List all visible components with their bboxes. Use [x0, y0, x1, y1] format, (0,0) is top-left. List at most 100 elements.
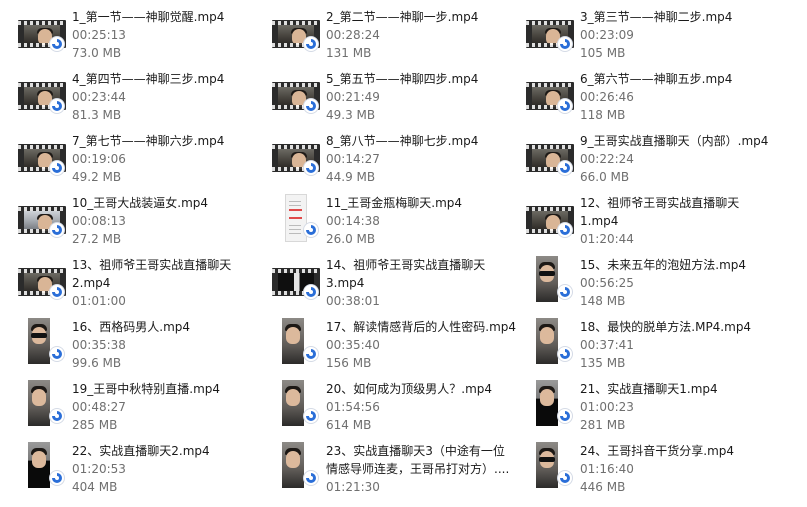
- file-duration: 01:00:23: [580, 400, 634, 414]
- video-thumbnail: [18, 70, 68, 120]
- file-size: 49.3 MB: [326, 108, 376, 122]
- file-duration: 00:23:44: [72, 90, 126, 104]
- play-badge-icon: [558, 99, 572, 113]
- file-size: 105 MB: [580, 46, 626, 60]
- play-badge-icon: [50, 285, 64, 299]
- player-logo-icon: [306, 39, 316, 49]
- file-name: 16、西格码男人.mp4: [72, 320, 191, 334]
- file-item[interactable]: 6_第六节——神聊五步.mp4 00:26:46 118 MB: [526, 70, 776, 130]
- file-name: 20、如何成为顶级男人？.mp4: [326, 382, 493, 396]
- file-item[interactable]: 21、实战直播聊天1.mp4 01:00:23 281 MB: [526, 380, 776, 440]
- video-thumbnail: [272, 380, 322, 430]
- text-line: [289, 225, 301, 226]
- file-name: 15、未来五年的泡妞方法.mp4: [580, 258, 747, 272]
- file-name: 9_王哥实战直播聊天（内部）.mp4: [580, 134, 769, 148]
- file-item[interactable]: 13、祖师爷王哥实战直播聊天2.mp4 01:01:00: [18, 256, 268, 316]
- play-badge-icon: [50, 99, 64, 113]
- portrait-thumbnail: [28, 380, 50, 426]
- file-duration: 00:56:25: [580, 276, 634, 290]
- file-item[interactable]: 15、未来五年的泡妞方法.mp4 00:56:25 148 MB: [526, 256, 776, 316]
- file-size: 66.0 MB: [580, 170, 630, 184]
- sunglasses: [539, 271, 555, 276]
- file-meta: 12、祖师爷王哥实战直播聊天1.mp4 01:20:44: [580, 194, 776, 248]
- file-size: 26.0 MB: [326, 232, 376, 246]
- play-badge-icon: [304, 471, 318, 485]
- file-size: 135 MB: [580, 356, 626, 370]
- file-item[interactable]: 2_第二节——神聊一步.mp4 00:28:24 131 MB: [272, 8, 522, 68]
- file-duration: 00:37:41: [580, 338, 634, 352]
- file-duration: 01:20:53: [72, 462, 126, 476]
- play-badge-icon: [304, 37, 318, 51]
- file-meta: 11_王哥金瓶梅聊天.mp4 00:14:38 26.0 MB: [326, 194, 522, 248]
- file-item[interactable]: 7_第七节——神聊六步.mp4 00:19:06 49.2 MB: [18, 132, 268, 192]
- player-logo-icon: [560, 101, 570, 111]
- file-duration: 01:54:56: [326, 400, 380, 414]
- file-item[interactable]: 19_王哥中秋特别直播.mp4 00:48:27 285 MB: [18, 380, 268, 440]
- file-meta: 22、实战直播聊天2.mp4 01:20:53 404 MB: [72, 442, 268, 496]
- person-face: [286, 451, 300, 468]
- file-item[interactable]: 16、西格码男人.mp4 00:35:38 99.6 MB: [18, 318, 268, 378]
- video-thumbnail: [272, 442, 322, 492]
- sunglasses: [539, 457, 555, 462]
- file-item[interactable]: 14、祖师爷王哥实战直播聊天3.mp4 00:38:01: [272, 256, 522, 316]
- file-name: 24、王哥抖音干货分享.mp4: [580, 444, 735, 458]
- file-item[interactable]: 10_王哥大战装逼女.mp4 00:08:13 27.2 MB: [18, 194, 268, 254]
- file-duration: 00:35:38: [72, 338, 126, 352]
- file-meta: 10_王哥大战装逼女.mp4 00:08:13 27.2 MB: [72, 194, 268, 248]
- file-item[interactable]: 9_王哥实战直播聊天（内部）.mp4 00:22:24 66.0 MB: [526, 132, 776, 192]
- video-thumbnail: [526, 132, 576, 182]
- video-thumbnail: [18, 318, 68, 368]
- play-badge-icon: [558, 37, 572, 51]
- file-meta: 21、实战直播聊天1.mp4 01:00:23 281 MB: [580, 380, 776, 434]
- file-item[interactable]: 20、如何成为顶级男人？.mp4 01:54:56 614 MB: [272, 380, 522, 440]
- file-name: 3_第三节——神聊二步.mp4: [580, 10, 733, 24]
- file-item[interactable]: 4_第四节——神聊三步.mp4 00:23:44 81.3 MB: [18, 70, 268, 130]
- file-item[interactable]: 22、实战直播聊天2.mp4 01:20:53 404 MB: [18, 442, 268, 502]
- video-thumbnail: [272, 194, 322, 244]
- file-item[interactable]: 23、实战直播聊天3（中途有一位情感导师连麦，王哥吊打对方）.... 01:21:…: [272, 442, 522, 502]
- file-item[interactable]: 5_第五节——神聊四步.mp4 00:21:49 49.3 MB: [272, 70, 522, 130]
- file-meta: 9_王哥实战直播聊天（内部）.mp4 00:22:24 66.0 MB: [580, 132, 776, 186]
- text-line: [289, 201, 301, 202]
- file-meta: 15、未来五年的泡妞方法.mp4 00:56:25 148 MB: [580, 256, 776, 310]
- file-item[interactable]: 11_王哥金瓶梅聊天.mp4 00:14:38 26.0 MB: [272, 194, 522, 254]
- portrait-thumbnail: [536, 256, 558, 302]
- file-name: 23、实战直播聊天3（中途有一位情感导师连麦，王哥吊打对方）....: [326, 444, 510, 476]
- file-item[interactable]: 12、祖师爷王哥实战直播聊天1.mp4 01:20:44: [526, 194, 776, 254]
- file-size: 44.9 MB: [326, 170, 376, 184]
- player-logo-icon: [52, 101, 62, 111]
- file-item[interactable]: 24、王哥抖音干货分享.mp4 01:16:40 446 MB: [526, 442, 776, 502]
- play-badge-icon: [558, 161, 572, 175]
- play-badge-icon: [558, 223, 572, 237]
- video-thumbnail: [18, 442, 68, 492]
- player-logo-icon: [560, 349, 570, 359]
- file-name: 7_第七节——神聊六步.mp4: [72, 134, 225, 148]
- file-meta: 3_第三节——神聊二步.mp4 00:23:09 105 MB: [580, 8, 776, 62]
- play-badge-icon: [558, 285, 572, 299]
- file-size: 73.0 MB: [72, 46, 122, 60]
- file-item[interactable]: 17、解读情感背后的人性密码.mp4 00:35:40 156 MB: [272, 318, 522, 378]
- text-line: [289, 233, 301, 234]
- file-item[interactable]: 18、最快的脱单方法.MP4.mp4 00:37:41 135 MB: [526, 318, 776, 378]
- video-thumbnail: [18, 194, 68, 244]
- video-thumbnail: [526, 70, 576, 120]
- play-badge-icon: [304, 161, 318, 175]
- file-meta: 20、如何成为顶级男人？.mp4 01:54:56 614 MB: [326, 380, 522, 434]
- file-duration: 00:08:13: [72, 214, 126, 228]
- video-thumbnail: [18, 256, 68, 306]
- play-badge-icon: [304, 285, 318, 299]
- player-logo-icon: [306, 411, 316, 421]
- play-badge-icon: [304, 99, 318, 113]
- play-badge-icon: [50, 223, 64, 237]
- portrait-thumbnail: [282, 380, 304, 426]
- file-item[interactable]: 8_第八节——神聊七步.mp4 00:14:27 44.9 MB: [272, 132, 522, 192]
- person-face: [32, 389, 46, 406]
- video-thumbnail: [526, 442, 576, 492]
- file-item[interactable]: 1_第一节——神聊觉醒.mp4 00:25:13 73.0 MB: [18, 8, 268, 68]
- video-thumbnail: [526, 256, 576, 306]
- file-meta: 1_第一节——神聊觉醒.mp4 00:25:13 73.0 MB: [72, 8, 268, 62]
- player-logo-icon: [560, 473, 570, 483]
- file-grid: 1_第一节——神聊觉醒.mp4 00:25:13 73.0 MB 2_第二节——神聊一…: [0, 0, 807, 507]
- file-meta: 24、王哥抖音干货分享.mp4 01:16:40 446 MB: [580, 442, 776, 496]
- file-item[interactable]: 3_第三节——神聊二步.mp4 00:23:09 105 MB: [526, 8, 776, 68]
